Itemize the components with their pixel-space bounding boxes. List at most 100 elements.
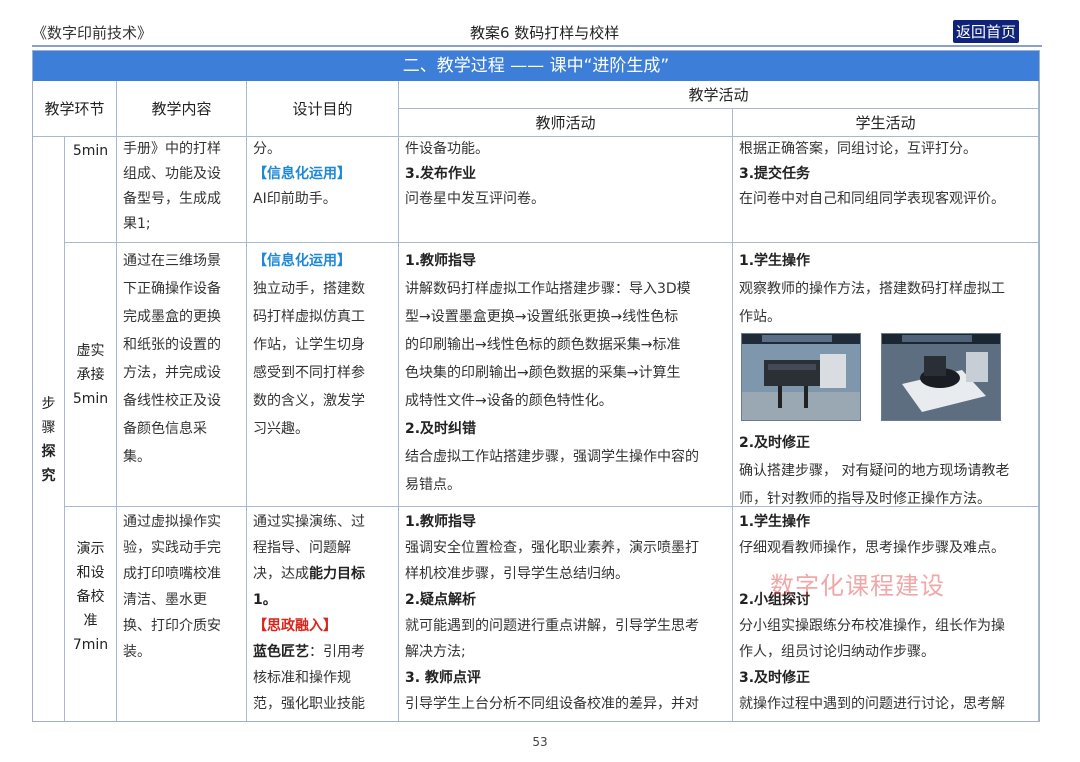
stage-char: 究	[41, 468, 56, 484]
content-line: 下正确操作设备	[123, 281, 221, 297]
virtual-workstation-image-1	[741, 333, 861, 421]
purpose-line: 码打样虚拟仿真工	[253, 309, 365, 325]
lesson-title: 教案6 数码打样与校样	[470, 24, 620, 42]
content-line: 验，实践动手完	[123, 540, 221, 556]
ability-goal: 能力目标	[309, 566, 365, 582]
teacher-heading: 1.教师指导	[405, 514, 477, 530]
teacher-line: 样机校准步骤，引导学生总结归纳。	[405, 566, 629, 582]
row1-content: 手册》中的打样 组成、功能及设 备型号，生成成 果1;	[117, 137, 247, 243]
teacher-heading: 2.及时纠错	[405, 421, 477, 437]
student-line: 在问卷中对自己和同组同学表现客观评价。	[739, 191, 1005, 207]
home-button[interactable]: 返回首页	[953, 20, 1020, 43]
col-content-header: 教学内容	[117, 81, 247, 137]
content-line: 集。	[123, 449, 151, 465]
row1-purpose: 分。 【信息化运用】 AI印前助手。	[247, 137, 399, 243]
book-title: 《数字印前技术》	[32, 24, 153, 42]
row2-content: 通过在三维场景 下正确操作设备 完成墨盒的更换 和纸张的设置的 方法，并完成设 …	[117, 243, 247, 507]
row1-time: 5min	[65, 137, 117, 243]
row2-stage: 虚实 承接 5min	[65, 243, 117, 507]
purpose-line: 数的含义，激发学	[253, 393, 365, 409]
row3-content: 通过虚拟操作实 验，实践动手完 成打印喷嘴校准 清洁、墨水更 换、打印介质安 装…	[117, 507, 247, 721]
page-number: 53	[532, 735, 548, 749]
teacher-line: 讲解数码打样虚拟工作站搭建步骤：导入3D模	[405, 281, 691, 297]
content-line: 组成、功能及设	[123, 166, 221, 182]
content-line: 通过虚拟操作实	[123, 514, 221, 530]
teacher-line: 问卷星中发互评问卷。	[405, 191, 545, 207]
content-line: 备型号，生成成	[123, 191, 221, 207]
row2-teacher: 1.教师指导 讲解数码打样虚拟工作站搭建步骤：导入3D模 型→设置墨盒更换→设置…	[399, 243, 733, 507]
purpose-line: 感受到不同打样参	[253, 365, 365, 381]
page-header: 《数字印前技术》 教案6 数码打样与校样 返回首页	[0, 0, 1080, 47]
col-teacher-header: 教师活动	[399, 109, 733, 137]
purpose-line: 分。	[253, 141, 281, 157]
row1-teacher: 件设备功能。 3.发布作业 问卷星中发互评问卷。	[399, 137, 733, 243]
col-purpose-header: 设计目的	[247, 81, 399, 137]
teacher-line: 色块集的印刷输出→颜色数据的采集→计算生	[405, 365, 681, 381]
content-line: 备颜色信息采	[123, 421, 207, 437]
row1-student: 根据正确答案，同组讨论，互评打分。 3.提交任务 在问卷中对自己和同组同学表现客…	[733, 137, 1039, 243]
content-line: 方法，并完成设	[123, 365, 221, 381]
stage-line: 准	[83, 613, 98, 629]
stage-line: 演示	[76, 541, 105, 557]
teacher-line: 易错点。	[405, 477, 461, 493]
header-divider	[32, 45, 1042, 47]
teacher-line: 件设备功能。	[405, 141, 489, 157]
student-line: 作人，组员讨论归纳动作步骤。	[739, 644, 935, 660]
col-stage-header: 教学环节	[33, 81, 117, 137]
ideology-tag: 【思政融入】	[253, 618, 337, 634]
section-banner: 二、教学过程 —— 课中“进阶生成”	[33, 51, 1039, 81]
purpose-line: 独立动手，搭建数	[253, 281, 365, 297]
student-line: 根据正确答案，同组讨论，互评打分。	[739, 141, 977, 157]
teacher-heading: 2.疑点解析	[405, 592, 477, 608]
content-line: 备线性校正及设	[123, 393, 221, 409]
content-line: 换、打印介质安	[123, 618, 221, 634]
teacher-heading: 3.发布作业	[405, 166, 477, 182]
purpose-line: 程指导、问题解	[253, 540, 351, 556]
teacher-line: 成特性文件→设备的颜色特性化。	[405, 393, 613, 409]
info-tag: 【信息化运用】	[253, 166, 351, 182]
teacher-line: 强调安全位置检查，强化职业素养，演示喷墨打	[405, 540, 699, 556]
watermark: 数字化课程建设	[770, 572, 945, 600]
content-line: 通过在三维场景	[123, 253, 221, 269]
purpose-line: 核标准和操作规	[253, 670, 351, 686]
stage-line: 7min	[72, 637, 109, 653]
lesson-plan-table: 二、教学过程 —— 课中“进阶生成” 教学环节 教学内容 设计目的 教学活动 教…	[32, 50, 1040, 722]
student-line: 就操作过程中遇到的问题进行讨论，思考解	[739, 696, 1005, 712]
stage-char: 探	[41, 444, 56, 460]
stage-line: 和设	[76, 565, 105, 581]
student-heading: 3.提交任务	[739, 166, 811, 182]
teacher-line: 结合虚拟工作站搭建步骤，强调学生操作中容的	[405, 449, 699, 465]
col-student-header: 学生活动	[733, 109, 1039, 137]
content-line: 清洁、墨水更	[123, 592, 207, 608]
student-heading: 3.及时修正	[739, 670, 811, 686]
student-line: 仔细观看教师操作，思考操作步骤及难点。	[739, 540, 1005, 556]
teacher-heading: 1.教师指导	[405, 253, 477, 269]
teacher-line: 型→设置墨盒更换→设置纸张更换→线性色标	[405, 309, 679, 325]
teacher-line: 的印刷输出→线性色标的颜色数据采集→标准	[405, 337, 681, 353]
row3-student: 1.学生操作 仔细观看教师操作，思考操作步骤及难点。 2.小组探讨 分小组实操跟…	[733, 507, 1039, 721]
row2-student: 1.学生操作 观察教师的操作方法，搭建数码打样虚拟工 作站。 2.及时修正 确认…	[733, 243, 1039, 507]
purpose-line: 作站，让学生切身	[253, 337, 365, 353]
purpose-line: 范，强化职业技能	[253, 696, 365, 712]
purpose-line: 1。	[253, 592, 277, 608]
teacher-line: 引导学生上台分析不同组设备校准的差异，并对	[405, 696, 699, 712]
row3-stage: 演示 和设 备校 准 7min	[65, 507, 117, 721]
stage-line: 备校	[76, 589, 105, 605]
purpose-line: 习兴趣。	[253, 421, 309, 437]
teacher-line: 解决方法;	[405, 644, 466, 660]
row3-purpose: 通过实操演练、过 程指导、问题解 决，达成能力目标 1。 【思政融入】 蓝色匠艺…	[247, 507, 399, 721]
stage-char: 步	[41, 396, 56, 412]
student-heading: 2.及时修正	[739, 435, 811, 451]
student-heading: 1.学生操作	[739, 514, 811, 530]
screenshot-area	[739, 331, 1032, 429]
student-line: 观察教师的操作方法，搭建数码打样虚拟工	[739, 281, 1005, 297]
row3-teacher: 1.教师指导 强调安全位置检查，强化职业素养，演示喷墨打 样机校准步骤，引导学生…	[399, 507, 733, 721]
time-label: 5min	[72, 143, 109, 159]
purpose-line: 蓝色匠艺：引用考	[253, 639, 392, 665]
stage-line: 5min	[72, 390, 109, 407]
content-line: 装。	[123, 644, 151, 660]
blue-craft: 蓝色匠艺	[253, 644, 309, 660]
purpose-line: 决，达成能力目标	[253, 561, 392, 587]
purpose-text: ：引用考	[309, 644, 365, 660]
purpose-line: AI印前助手。	[253, 191, 337, 207]
